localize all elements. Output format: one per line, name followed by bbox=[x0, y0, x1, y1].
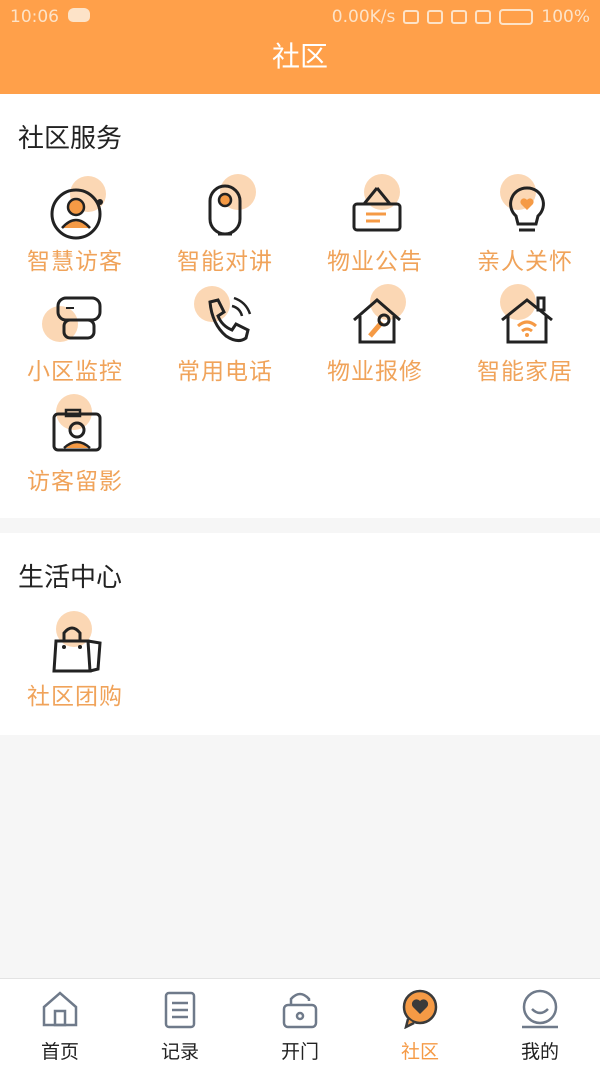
status-right: 0.00K/s 100% bbox=[332, 7, 590, 27]
service-property-repair[interactable]: 物业报修 bbox=[300, 284, 450, 398]
bottom-tab-bar: 首页 记录 开门 社区 我的 bbox=[0, 978, 600, 1067]
section-title: 社区服务 bbox=[18, 124, 123, 154]
tile-label: 常用电话 bbox=[177, 359, 273, 385]
profile-icon bbox=[522, 989, 558, 1029]
shopping-bag-icon bbox=[42, 611, 108, 679]
tab-community[interactable]: 社区 bbox=[360, 979, 480, 1067]
service-smart-home[interactable]: 智能家居 bbox=[450, 284, 600, 398]
wifi-icon bbox=[475, 10, 492, 24]
tile-label: 社区团购 bbox=[27, 684, 123, 710]
network-speed: 0.00K/s bbox=[331, 7, 396, 27]
phone-icon bbox=[192, 286, 258, 354]
page-title: 社区 bbox=[0, 34, 600, 94]
service-property-notice[interactable]: 物业公告 bbox=[300, 174, 450, 288]
section-title: 生活中心 bbox=[18, 563, 123, 593]
status-bar: 10:06 0.00K/s 100% bbox=[0, 0, 600, 34]
service-common-phone[interactable]: 常用电话 bbox=[150, 286, 300, 398]
visitor-icon bbox=[42, 176, 108, 244]
signal-icon bbox=[451, 10, 468, 24]
home-icon bbox=[42, 991, 78, 1027]
tab-mine[interactable]: 我的 bbox=[480, 979, 600, 1067]
service-family-care[interactable]: 亲人关怀 bbox=[450, 174, 600, 288]
battery-level: 100% bbox=[541, 7, 590, 27]
tile-label: 小区监控 bbox=[27, 359, 123, 385]
tab-home[interactable]: 首页 bbox=[0, 979, 120, 1067]
life-center-section: 生活中心 社区团购 bbox=[0, 533, 600, 735]
camera-monitor-icon bbox=[42, 288, 108, 354]
repair-house-icon bbox=[342, 284, 408, 354]
community-services-section: 社区服务 智慧访客 智能对讲 物业公告 亲人关怀 小区监控 常用电话 物业报修 … bbox=[0, 94, 600, 518]
smart-home-icon bbox=[492, 284, 558, 354]
tab-label: 社区 bbox=[400, 1041, 439, 1063]
tile-label: 亲人关怀 bbox=[477, 249, 573, 275]
notice-icon bbox=[342, 174, 408, 244]
service-smart-intercom[interactable]: 智能对讲 bbox=[150, 174, 300, 288]
service-group-buying[interactable]: 社区团购 bbox=[0, 611, 150, 723]
service-community-monitor[interactable]: 小区监控 bbox=[0, 288, 150, 398]
tab-label: 记录 bbox=[160, 1041, 199, 1063]
tile-label: 物业报修 bbox=[327, 359, 423, 385]
bluetooth-icon bbox=[403, 10, 420, 24]
tab-open-door[interactable]: 开门 bbox=[240, 979, 360, 1067]
intercom-icon bbox=[192, 174, 258, 244]
tile-label: 智能家居 bbox=[477, 359, 573, 385]
tile-label: 物业公告 bbox=[327, 249, 423, 275]
lock-icon bbox=[282, 992, 318, 1029]
tab-label: 我的 bbox=[520, 1041, 559, 1063]
service-visitor-photo[interactable]: 访客留影 bbox=[0, 394, 150, 508]
battery-icon bbox=[499, 9, 534, 25]
tab-records[interactable]: 记录 bbox=[120, 979, 240, 1067]
tile-label: 访客留影 bbox=[27, 469, 123, 495]
notification-icon bbox=[68, 8, 90, 22]
care-bulb-icon bbox=[492, 174, 558, 244]
tab-label: 开门 bbox=[280, 1041, 319, 1063]
visitor-photo-icon bbox=[42, 394, 108, 464]
list-icon bbox=[164, 991, 196, 1029]
tab-label: 首页 bbox=[40, 1041, 79, 1063]
status-time: 10:06 bbox=[10, 7, 59, 27]
tile-label: 智能对讲 bbox=[177, 249, 273, 275]
community-heart-icon bbox=[402, 989, 438, 1029]
service-smart-visitor[interactable]: 智慧访客 bbox=[0, 176, 150, 288]
alarm-icon bbox=[427, 10, 444, 24]
tile-label: 智慧访客 bbox=[27, 249, 123, 275]
